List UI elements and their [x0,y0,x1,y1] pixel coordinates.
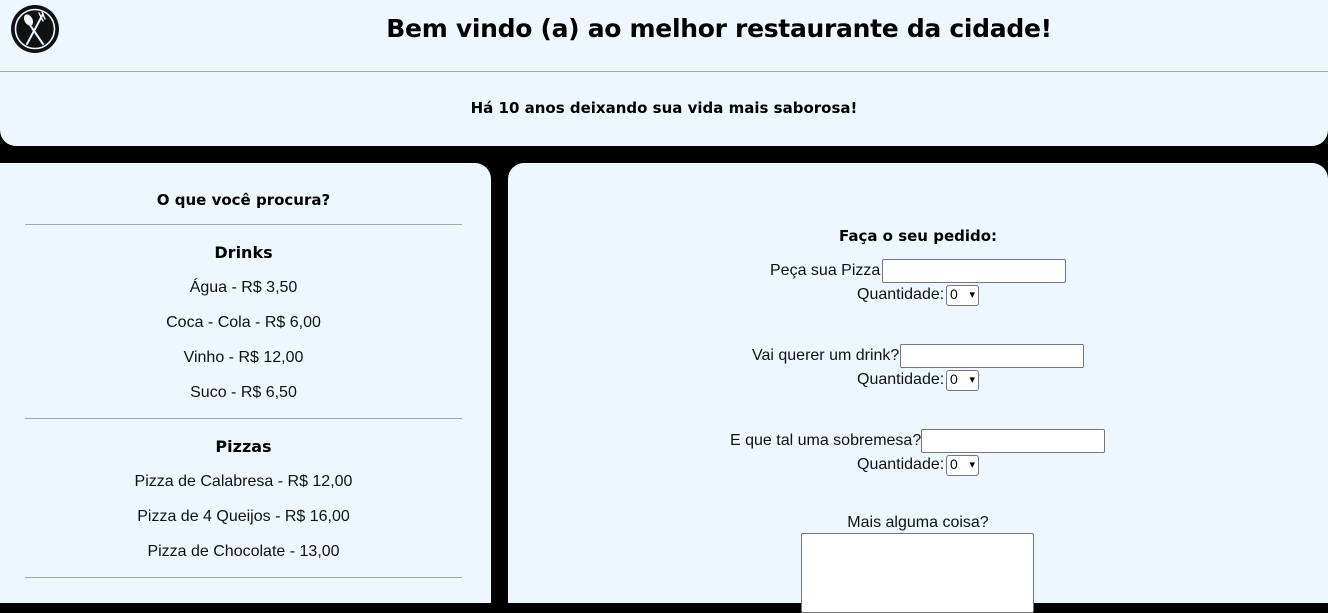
dessert-label: E que tal uma sobremesa? [730,432,922,449]
drink-label: Vai querer um drink? [752,347,900,364]
spoon-fork-icon [11,5,59,53]
pizza-quantity-select[interactable]: 0 ▾ [946,285,979,306]
chevron-down-icon: ▾ [969,289,975,301]
quantity-label: Quantidade: [857,371,945,388]
menu-item: Pizza de Calabresa - R$ 12,00 [134,473,353,490]
divider [25,577,462,578]
pizza-label: Peça sua Pizza [770,262,881,279]
drink-input[interactable] [900,344,1084,368]
order-panel: Faça o seu pedido: Peça sua Pizza Quanti… [508,163,1328,613]
chevron-down-icon: ▾ [969,374,975,386]
more-label: Mais alguma coisa? [847,514,989,531]
menu-item: Suco - R$ 6,50 [190,384,297,401]
header: Bem vindo (a) ao melhor restaurante da c… [0,0,1328,146]
menu-panel: O que você procura? Drinks Água - R$ 3,5… [0,163,491,603]
menu-item: Pizza de 4 Queijos - R$ 16,00 [137,508,350,525]
menu-question: O que você procura? [156,191,331,209]
dessert-input[interactable] [921,429,1105,453]
quantity-label: Quantidade: [857,286,945,303]
quantity-value: 0 [950,286,958,302]
quantity-value: 0 [950,371,958,387]
menu-item: Vinho - R$ 12,00 [183,349,304,366]
menu-item: Coca - Cola - R$ 6,00 [166,314,321,331]
section-title-pizzas: Pizzas [215,437,272,456]
quantity-label: Quantidade: [857,456,945,473]
section-title-drinks: Drinks [214,243,273,262]
header-divider [0,71,1328,72]
menu-item: Água - R$ 3,50 [189,279,298,296]
quantity-value: 0 [950,456,958,472]
tagline: Há 10 anos deixando sua vida mais saboro… [470,99,858,117]
divider [25,418,462,419]
more-textarea[interactable] [801,533,1034,613]
menu-item: Pizza de Chocolate - 13,00 [147,543,340,560]
page-title: Bem vindo (a) ao melhor restaurante da c… [386,14,1052,43]
drink-quantity-select[interactable]: 0 ▾ [946,370,979,391]
dessert-quantity-select[interactable]: 0 ▾ [946,455,979,476]
chevron-down-icon: ▾ [969,459,975,471]
divider [25,224,462,225]
pizza-input[interactable] [882,259,1066,283]
order-title: Faça o seu pedido: [838,227,998,245]
